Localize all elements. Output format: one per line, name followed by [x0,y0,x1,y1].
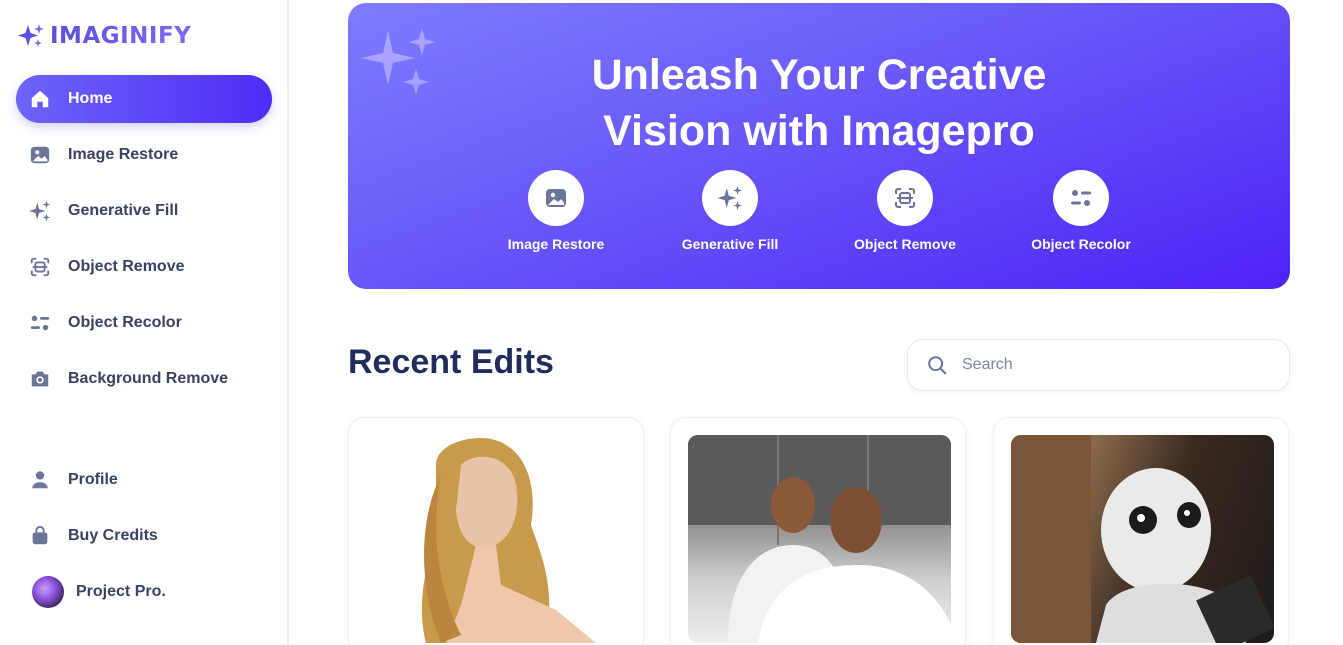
image-icon [528,170,584,226]
sidebar-item-label: Profile [68,471,118,488]
sidebar-bottom-nav: Profile Buy Credits Project Pro. [16,456,272,616]
quick-action-object-recolor[interactable]: Object Recolor [1001,170,1161,252]
quick-action-image-restore[interactable]: Image Restore [476,170,636,252]
hero-banner: Unleash Your Creative Vision with Imagep… [348,3,1290,289]
sidebar-item-object-remove[interactable]: Object Remove [16,243,272,291]
banner-title: Unleash Your Creative Vision with Imagep… [348,47,1290,159]
sparkles-logo-icon [18,24,44,47]
sidebar-item-profile[interactable]: Profile [16,456,272,504]
user-icon [28,468,52,492]
logo[interactable]: IMAGINIFY [16,22,191,50]
search-box[interactable] [907,339,1290,391]
user-profile-button[interactable]: Project Pro. [16,568,272,616]
banner-title-line1: Unleash Your Creative [591,51,1047,99]
edited-image-thumbnail[interactable] [366,435,629,643]
scan-icon [877,170,933,226]
scan-icon [28,255,52,279]
sidebar-item-image-restore[interactable]: Image Restore [16,131,272,179]
filter-icon [1053,170,1109,226]
home-icon [28,87,52,111]
user-name: Project Pro. [76,583,166,600]
recent-edit-card[interactable] [348,417,644,645]
recent-edit-card[interactable] [670,417,966,645]
logo-text: IMAGINIFY [50,23,192,49]
sidebar-item-label: Object Recolor [68,314,182,331]
quick-action-generative-fill[interactable]: Generative Fill [650,170,810,252]
edited-image-thumbnail[interactable] [1011,435,1274,643]
sidebar: IMAGINIFY Home Image Restore Generative … [0,0,289,645]
quick-action-label: Object Remove [854,236,956,252]
sidebar-item-background-remove[interactable]: Background Remove [16,355,272,403]
quick-action-object-remove[interactable]: Object Remove [825,170,985,252]
sparkles-icon [28,199,52,223]
quick-action-label: Generative Fill [681,236,779,252]
search-input[interactable] [962,356,1262,374]
sidebar-item-label: Background Remove [68,370,229,387]
quick-action-label: Image Restore [507,236,605,252]
sidebar-item-buy-credits[interactable]: Buy Credits [16,512,272,560]
image-icon [28,143,52,167]
sparkles-icon [702,170,758,226]
bag-icon [28,524,52,548]
search-icon [928,356,947,375]
sidebar-item-label: Object Remove [68,258,185,275]
banner-title-line2: Vision with Imagepro [603,107,1035,155]
sidebar-item-home[interactable]: Home [16,75,272,123]
filter-icon [28,311,52,335]
sidebar-item-label: Image Restore [68,146,179,163]
quick-action-label: Object Recolor [1031,236,1131,252]
avatar [32,576,64,608]
recent-edit-card[interactable] [993,417,1289,645]
sidebar-item-generative-fill[interactable]: Generative Fill [16,187,272,235]
sidebar-item-label: Generative Fill [68,202,179,219]
sidebar-item-object-recolor[interactable]: Object Recolor [16,299,272,347]
edited-image-thumbnail[interactable] [688,435,951,643]
sidebar-nav: Home Image Restore Generative Fill Objec… [16,75,272,411]
sidebar-item-label: Home [68,90,113,107]
recent-edits-title: Recent Edits [348,343,554,381]
camera-icon [28,367,52,391]
sidebar-item-label: Buy Credits [68,527,158,544]
